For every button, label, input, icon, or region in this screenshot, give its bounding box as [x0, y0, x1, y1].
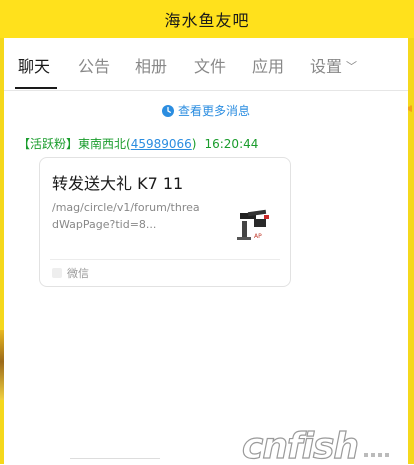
card-description: /mag/circle/v1/forum/threadWapPage?tid=8…	[52, 201, 200, 231]
clock-icon	[162, 104, 174, 117]
wechat-icon	[52, 268, 62, 278]
chevron-down-icon: ﹀	[346, 60, 358, 73]
view-more-messages-link[interactable]: 查看更多消息	[162, 102, 250, 119]
site-watermark-logo: cnfish	[241, 425, 389, 464]
tab-chat[interactable]: 聊天	[18, 57, 50, 77]
sender-name[interactable]: 東南西北	[78, 137, 126, 151]
tab-files[interactable]: 文件	[194, 57, 226, 77]
card-source-label: 微信	[67, 267, 89, 280]
svg-text:cnfish: cnfish	[242, 426, 358, 464]
tab-settings-label: 设置	[310, 57, 343, 76]
member-badge: 【活跃粉】	[18, 137, 79, 151]
active-tab-indicator	[15, 87, 57, 89]
title-bar: 海水鱼友吧	[0, 0, 414, 38]
card-title: 转发送大礼 K7 11	[52, 174, 184, 193]
shared-link-card[interactable]: 转发送大礼 K7 11 /mag/circle/v1/forum/threadW…	[39, 157, 291, 287]
svg-text:AP: AP	[254, 233, 262, 240]
tab-announcements[interactable]: 公告	[78, 57, 110, 77]
view-more-messages-label: 查看更多消息	[178, 104, 251, 118]
card-source: 微信	[52, 265, 89, 281]
message-header: 【活跃粉】東南西北(45989066) 16:20:44	[18, 135, 258, 152]
paren-close: )	[191, 137, 197, 151]
sender-qq-link[interactable]: 45989066	[131, 137, 192, 151]
card-divider	[50, 259, 280, 260]
tab-bar: 聊天 公告 相册 文件 应用 设置 ﹀	[4, 38, 412, 112]
tab-apps[interactable]: 应用	[252, 57, 284, 77]
card-thumbnail: AP	[237, 209, 269, 240]
tab-settings[interactable]: 设置 ﹀	[310, 57, 357, 77]
chat-area: 查看更多消息 【活跃粉】東南西北(45989066) 16:20:44 转发送大礼…	[4, 91, 408, 464]
message-timestamp: 16:20:44	[204, 137, 259, 151]
window-title: 海水鱼友吧	[164, 11, 250, 30]
tab-album[interactable]: 相册	[135, 57, 167, 77]
